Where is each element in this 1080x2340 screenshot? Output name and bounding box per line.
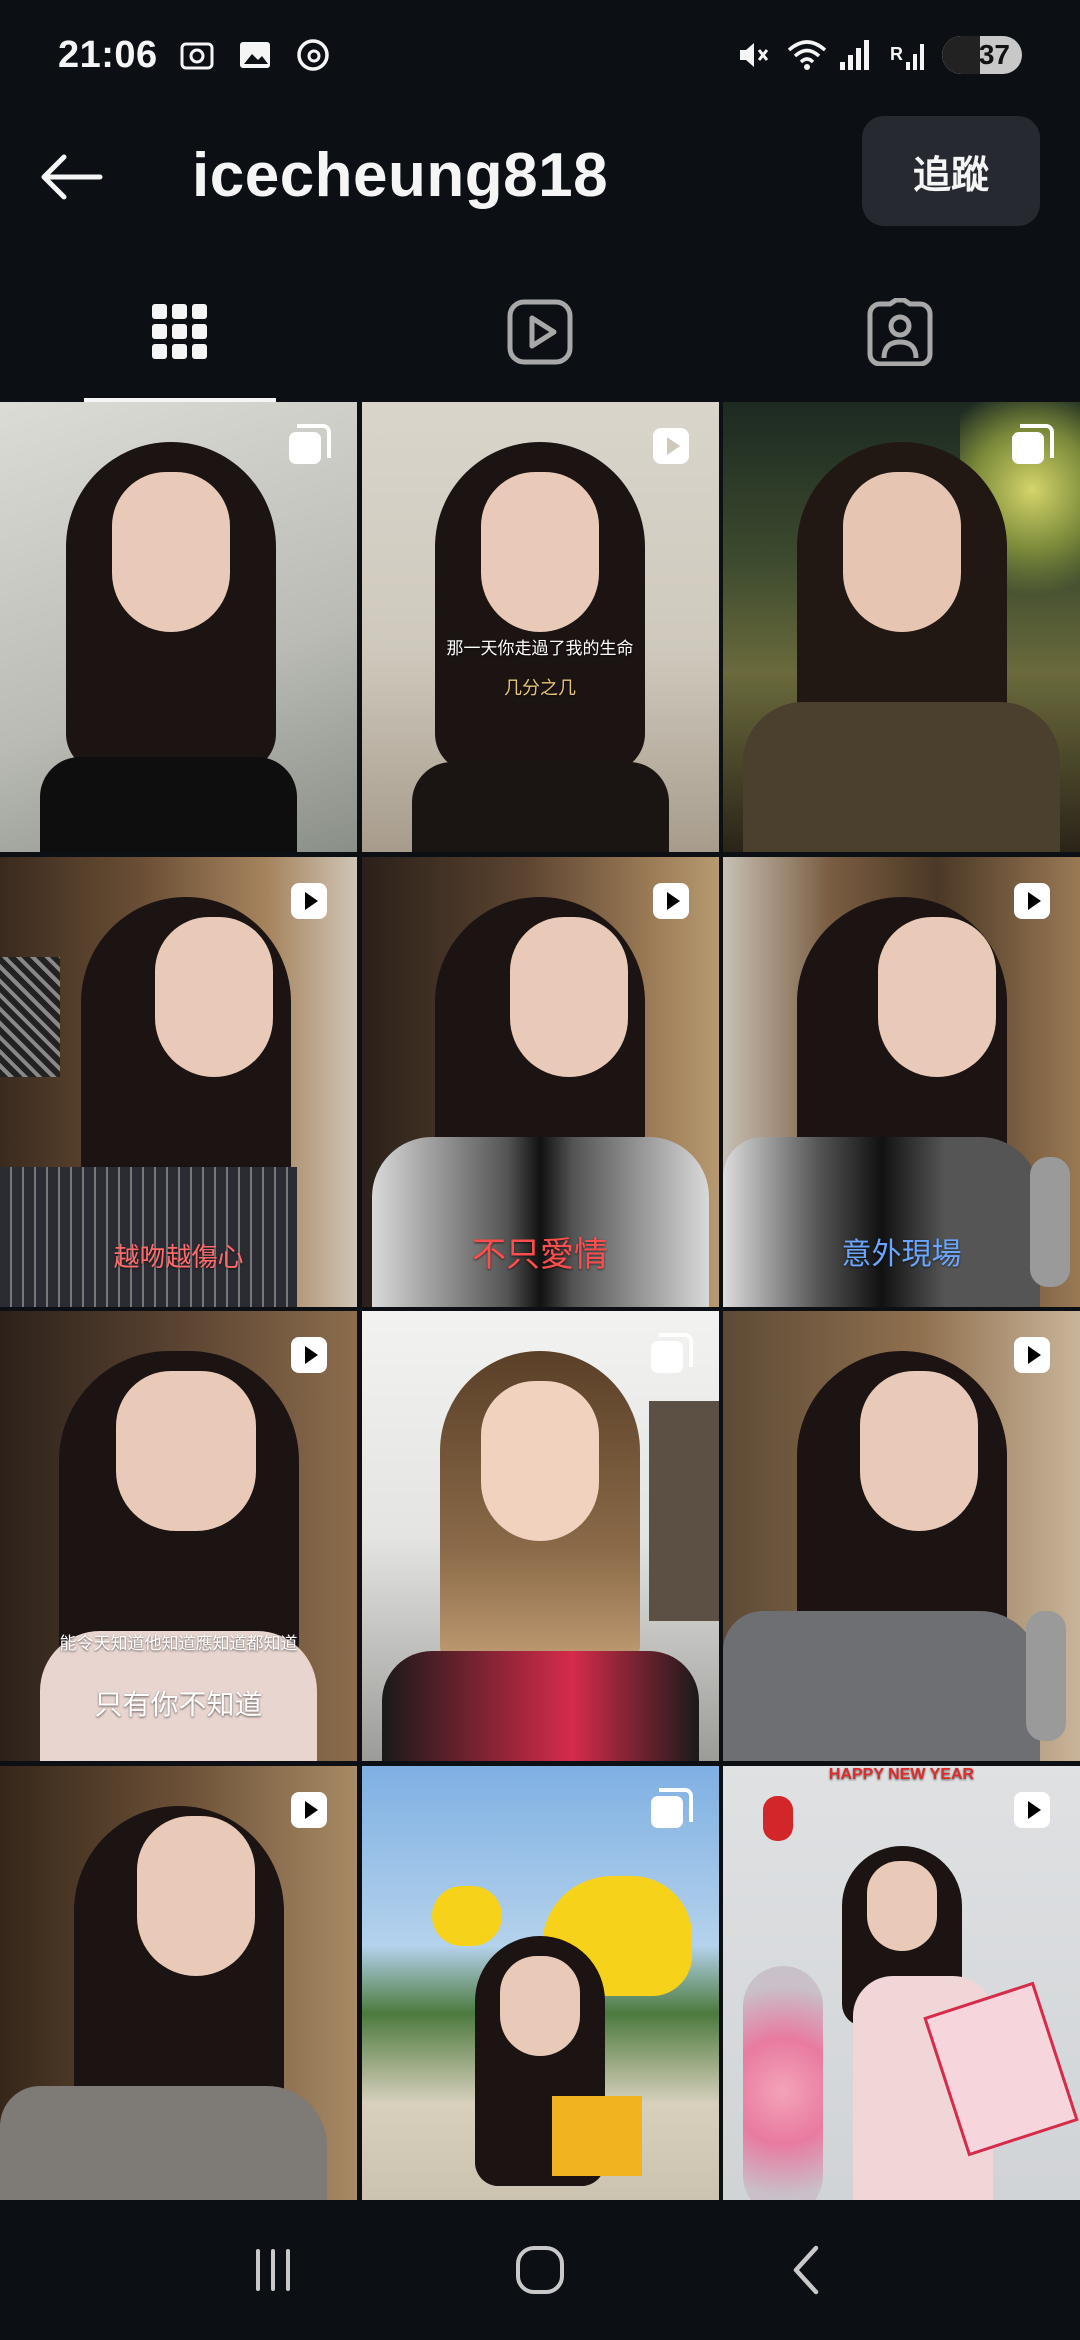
signal-icon xyxy=(838,36,876,74)
home-icon xyxy=(515,2246,564,2294)
reel-icon xyxy=(1010,879,1054,923)
reel-icon xyxy=(649,879,693,923)
post-caption: 不只愛情 xyxy=(472,1234,608,1275)
post-tile[interactable]: 能令天知道他知道應知道都知道 只有你不知道 xyxy=(0,1311,357,1761)
post-tile[interactable] xyxy=(361,1311,719,1761)
carousel-icon xyxy=(287,424,331,468)
reels-icon xyxy=(507,299,573,365)
clip-icon xyxy=(649,424,693,468)
back-icon xyxy=(793,2245,818,2295)
status-time: 21:06 xyxy=(58,33,158,76)
reel-icon xyxy=(1010,1333,1054,1377)
arrow-left-icon xyxy=(41,154,103,200)
post-tile[interactable] xyxy=(723,402,1080,852)
back-button[interactable] xyxy=(34,140,108,214)
tagged-icon xyxy=(867,298,933,366)
threads-icon xyxy=(294,36,332,74)
mute-icon xyxy=(734,36,772,74)
posts-grid-icon xyxy=(152,304,207,359)
carousel-icon xyxy=(1010,424,1054,468)
reel-icon xyxy=(287,1333,331,1377)
profile-username: icecheung818 xyxy=(192,141,609,210)
reel-icon xyxy=(287,1788,331,1832)
signal-r-icon: R xyxy=(890,36,928,74)
profile-header: icecheung818 追蹤 xyxy=(0,110,1080,240)
svg-text:R: R xyxy=(890,44,903,64)
back-nav-button[interactable] xyxy=(762,2225,852,2315)
posts-grid: 那一天你走過了我的生命 几分之几 越吻越傷心 不只愛情 意外現場 能令天知道他知… xyxy=(0,402,1080,2216)
recents-icon xyxy=(256,2249,291,2291)
post-tile[interactable]: 不只愛情 xyxy=(361,856,719,1307)
reel-icon xyxy=(287,879,331,923)
tab-posts[interactable] xyxy=(0,262,360,402)
reel-icon xyxy=(1010,1788,1054,1832)
screenshot-icon xyxy=(178,36,216,74)
post-tile[interactable] xyxy=(0,1765,357,2216)
system-nav-bar xyxy=(0,2200,1080,2340)
tab-reels[interactable] xyxy=(360,262,720,402)
battery-indicator: 37 xyxy=(942,36,1022,74)
recents-button[interactable] xyxy=(228,2225,318,2315)
post-tile[interactable] xyxy=(0,402,357,852)
gallery-icon xyxy=(236,36,274,74)
post-caption: 越吻越傷心 xyxy=(113,1242,244,1273)
post-caption: 能令天知道他知道應知道都知道 xyxy=(59,1634,298,1654)
post-tile[interactable]: 那一天你走過了我的生命 几分之几 xyxy=(361,402,719,852)
profile-tabs xyxy=(0,262,1080,402)
follow-button[interactable]: 追蹤 xyxy=(862,116,1040,226)
post-tile[interactable] xyxy=(361,1765,719,2216)
home-button[interactable] xyxy=(495,2225,585,2315)
status-bar: 21:06 R 37 xyxy=(0,0,1080,110)
carousel-icon xyxy=(649,1787,693,1832)
tab-tagged[interactable] xyxy=(720,262,1080,402)
post-caption: 意外現場 xyxy=(841,1236,962,1272)
carousel-icon xyxy=(649,1333,693,1377)
post-tile[interactable] xyxy=(723,1311,1080,1761)
post-caption: HAPPY NEW YEAR xyxy=(828,1765,975,1783)
battery-level: 37 xyxy=(978,39,1010,70)
post-caption-secondary: 几分之几 xyxy=(504,678,576,699)
post-caption-secondary: 只有你不知道 xyxy=(94,1688,263,1721)
post-caption: 那一天你走過了我的生命 xyxy=(446,639,634,659)
post-tile[interactable]: 越吻越傷心 xyxy=(0,856,357,1307)
post-tile[interactable]: HAPPY NEW YEAR xyxy=(723,1765,1080,2216)
post-tile[interactable]: 意外現場 xyxy=(723,856,1080,1307)
wifi-icon xyxy=(786,36,827,74)
